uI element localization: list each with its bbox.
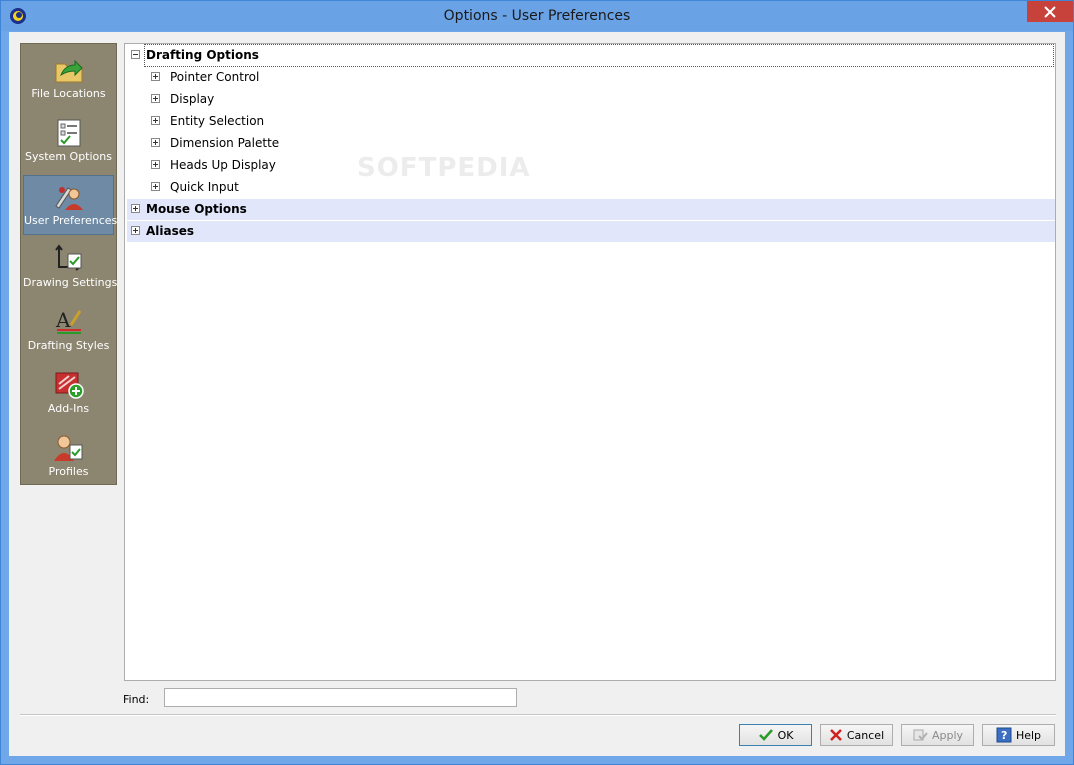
tree-item-heads-up-display[interactable]: Heads Up Display — [149, 155, 549, 176]
find-input[interactable] — [164, 688, 517, 707]
tree-item-quick-input[interactable]: Quick Input — [149, 177, 549, 198]
axes-check-icon — [54, 244, 82, 271]
sidebar-item-add-ins[interactable]: Add-Ins — [23, 364, 114, 424]
close-icon — [1044, 5, 1056, 18]
text-style-icon: A — [55, 308, 81, 334]
sidebar-item-label: Add-Ins — [47, 402, 90, 415]
tree-group-label: Aliases — [146, 224, 195, 238]
apply-button[interactable]: Apply — [901, 724, 974, 746]
user-profile-icon — [53, 435, 82, 461]
check-icon — [758, 729, 773, 741]
ok-label: OK — [777, 728, 794, 742]
tree-item-entity-selection[interactable]: Entity Selection — [149, 111, 549, 132]
close-button[interactable] — [1027, 1, 1073, 22]
tree-group-label: Drafting Options — [144, 44, 1054, 67]
apply-label: Apply — [931, 728, 964, 742]
category-sidebar: File Locations System Options User Prefe… — [20, 43, 117, 485]
expand-icon[interactable] — [151, 182, 160, 191]
tree-item-label: Quick Input — [170, 180, 239, 194]
sidebar-item-label: Drawing Settings — [23, 276, 118, 289]
tree-group-drafting-options[interactable]: Drafting Options — [127, 44, 1055, 67]
title-bar[interactable]: Options - User Preferences — [1, 1, 1073, 31]
tree-group-label: Mouse Options — [146, 202, 247, 216]
divider — [20, 714, 1056, 716]
sidebar-item-label: File Locations — [31, 87, 106, 100]
folder-arrow-icon — [55, 59, 83, 83]
sidebar-item-user-preferences[interactable]: User Preferences — [23, 175, 118, 235]
tree-item-label: Pointer Control — [170, 70, 260, 84]
sidebar-item-label: Profiles — [48, 465, 89, 478]
help-button[interactable]: ? Help — [982, 724, 1055, 746]
checklist-icon — [57, 119, 80, 147]
window-title: Options - User Preferences — [443, 8, 631, 24]
sidebar-item-label: User Preferences — [24, 214, 118, 227]
find-label: Find: — [123, 693, 150, 706]
tree-item-label: Display — [170, 92, 215, 106]
tree-group-aliases[interactable]: Aliases — [127, 221, 1055, 242]
cancel-label: Cancel — [846, 728, 885, 742]
sidebar-item-label: Drafting Styles — [27, 339, 110, 352]
sidebar-item-system-options[interactable]: System Options — [23, 112, 114, 172]
options-window: Options - User Preferences File Location… — [0, 0, 1074, 765]
preferences-tree[interactable]: SOFTPEDIA Drafting Options Pointer Contr… — [124, 43, 1056, 681]
sidebar-item-label: System Options — [25, 150, 112, 163]
user-tools-icon — [54, 187, 83, 210]
tree-group-mouse-options[interactable]: Mouse Options — [127, 199, 1055, 220]
tree-item-pointer-control[interactable]: Pointer Control — [149, 67, 549, 88]
expand-icon[interactable] — [151, 94, 160, 103]
cross-icon — [829, 729, 842, 741]
tree-item-label: Dimension Palette — [170, 136, 280, 150]
expand-icon[interactable] — [151, 138, 160, 147]
sidebar-item-drawing-settings[interactable]: Drawing Settings — [23, 238, 118, 298]
sidebar-item-profiles[interactable]: Profiles — [23, 427, 114, 487]
svg-text:A: A — [55, 308, 71, 332]
sidebar-item-file-locations[interactable]: File Locations — [23, 49, 114, 109]
collapse-icon[interactable] — [131, 50, 140, 59]
help-icon: ? — [996, 727, 1012, 743]
tree-item-label: Heads Up Display — [170, 158, 276, 172]
expand-icon[interactable] — [151, 160, 160, 169]
tree-item-label: Entity Selection — [170, 114, 265, 128]
expand-icon[interactable] — [151, 72, 160, 81]
cancel-button[interactable]: Cancel — [820, 724, 893, 746]
sidebar-item-drafting-styles[interactable]: A Drafting Styles — [23, 301, 114, 361]
help-label: Help — [1015, 728, 1042, 742]
expand-icon[interactable] — [151, 116, 160, 125]
svg-text:?: ? — [1001, 729, 1007, 742]
tree-item-dimension-palette[interactable]: Dimension Palette — [149, 133, 549, 154]
expand-icon[interactable] — [131, 204, 140, 213]
tree-item-display[interactable]: Display — [149, 89, 549, 110]
ok-button[interactable]: OK — [739, 724, 812, 746]
addin-plus-icon — [55, 372, 84, 399]
apply-icon — [913, 729, 928, 741]
expand-icon[interactable] — [131, 226, 140, 235]
dialog-body: File Locations System Options User Prefe… — [9, 32, 1065, 756]
